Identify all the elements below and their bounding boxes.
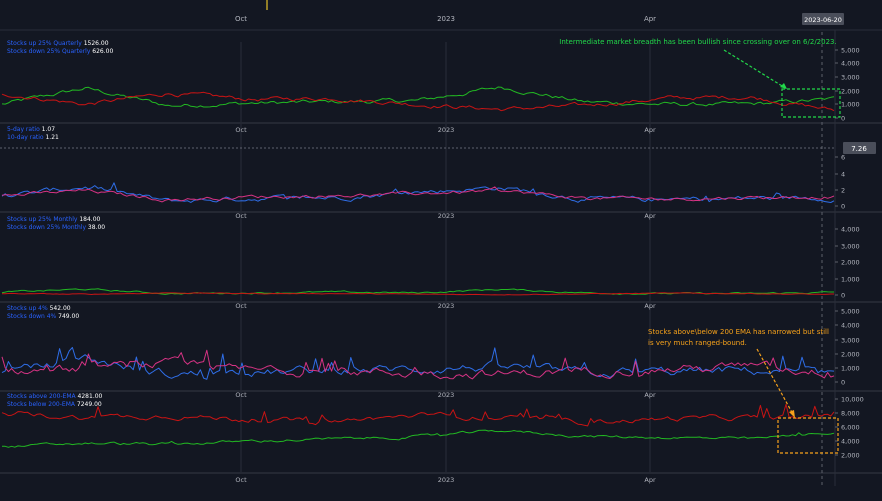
x-tick-label: Oct xyxy=(235,126,247,134)
legend-value: 542.00 xyxy=(50,305,71,312)
y-tick-label: 4,000 xyxy=(841,226,860,234)
legend-label: 10-day ratio xyxy=(7,134,45,141)
annotation-breadth: Intermediate market breadth has been bul… xyxy=(559,38,836,46)
legend-value: 1.21 xyxy=(45,134,59,141)
y-tick-label: 2,000 xyxy=(841,259,860,267)
y-tick-label: 1,000 xyxy=(841,101,860,109)
y-tick-label: 4,000 xyxy=(841,322,860,330)
y-tick-label: 0 xyxy=(841,115,845,123)
x-tick-label: 2023 xyxy=(438,126,455,134)
annotation-ema-line: Stocks above\below 200 EMA has narrowed … xyxy=(648,328,829,336)
legend-value: 38.00 xyxy=(88,224,105,231)
legend-value: 1526.00 xyxy=(84,40,109,47)
x-tick-label: Oct xyxy=(235,302,247,310)
legend-label: Stocks up 25% Monthly xyxy=(7,216,79,223)
y-tick-label: 2,000 xyxy=(841,351,860,359)
legend-label: Stocks down 4% xyxy=(7,313,58,320)
legend-entry: Stocks up 4% 542.00 xyxy=(7,305,71,312)
x-tick-label: 2023 xyxy=(438,302,455,310)
x-tick-label: Apr xyxy=(644,126,656,134)
legend-label: Stocks down 25% Quarterly xyxy=(7,48,92,55)
legend-label: Stocks up 4% xyxy=(7,305,50,312)
y-tick-label: 2,000 xyxy=(841,452,860,460)
y-tick-label: 4,000 xyxy=(841,438,860,446)
legend-entry: Stocks above 200-EMA 4281.00 xyxy=(7,393,103,400)
y-tick-label: 1,000 xyxy=(841,276,860,284)
legend-value: 1.07 xyxy=(42,126,56,133)
y-tick-label: 3,000 xyxy=(841,74,860,82)
y-tick-label: 2 xyxy=(841,187,845,195)
x-tick-label: Apr xyxy=(644,476,656,484)
annotation-ema-line: is very much ranged-bound. xyxy=(648,339,747,347)
y-tick-label: 0 xyxy=(841,203,845,211)
y-tick-label: 4,000 xyxy=(841,60,860,68)
legend-entry: Stocks down 25% Monthly 38.00 xyxy=(7,224,105,231)
x-tick-label: Apr xyxy=(644,302,656,310)
y-tick-label: 5,000 xyxy=(841,47,860,55)
legend-label: Stocks down 25% Monthly xyxy=(7,224,88,231)
y-tick-label: 10,000 xyxy=(841,396,864,404)
legend-entry: 10-day ratio 1.21 xyxy=(7,134,59,141)
chart-canvas: Oct 2023 Apr 2023-06-20 Oct 2023 Apr Oct 2023 Apr… xyxy=(0,0,882,497)
y-tick-label: 8,000 xyxy=(841,410,860,418)
x-tick-label: 2023 xyxy=(438,212,455,220)
x-tick-label: 2023 xyxy=(438,476,455,484)
legend-label: Stocks up 25% Quarterly xyxy=(7,40,84,47)
x-tick-label: Apr xyxy=(644,15,656,23)
legend-entry: Stocks up 25% Quarterly 1526.00 xyxy=(7,40,109,47)
legend-entry: 5-day ratio 1.07 xyxy=(7,126,55,133)
x-tick-label: Oct xyxy=(235,15,247,23)
x-tick-label: Apr xyxy=(644,391,656,399)
y-tick-label: 0 xyxy=(841,379,845,387)
y-tick-label: 4 xyxy=(841,171,845,179)
y-tick-label: 1,000 xyxy=(841,365,860,373)
y-tick-label: 0 xyxy=(841,292,845,300)
y-tick-label: 6 xyxy=(841,154,845,162)
chart-root: Oct 2023 Apr 2023-06-20 Oct 2023 Apr Oct 2023 Apr… xyxy=(0,0,882,497)
y-tick-label: 3,000 xyxy=(841,337,860,345)
x-tick-label: 2023 xyxy=(438,391,455,399)
x-tick-label: 2023 xyxy=(437,15,455,23)
legend-value: 749.00 xyxy=(58,313,79,320)
y-tick-label: 6,000 xyxy=(841,424,860,432)
date-badge-label: 2023-06-20 xyxy=(804,16,842,24)
legend-label: Stocks below 200-EMA xyxy=(7,401,77,408)
ratio-marker-label: 7.26 xyxy=(851,145,867,153)
x-tick-label: Oct xyxy=(235,212,247,220)
y-tick-label: 3,000 xyxy=(841,243,860,251)
legend-value: 626.00 xyxy=(92,48,113,55)
legend-label: 5-day ratio xyxy=(7,126,42,133)
legend-entry: Stocks below 200-EMA 7249.00 xyxy=(7,401,102,408)
x-tick-label: Oct xyxy=(235,391,247,399)
y-tick-label: 2,000 xyxy=(841,88,860,96)
legend-value: 4281.00 xyxy=(78,393,103,400)
x-tick-label: Apr xyxy=(644,212,656,220)
legend-value: 7249.00 xyxy=(77,401,102,408)
legend-entry: Stocks down 4% 749.00 xyxy=(7,313,79,320)
legend-value: 184.00 xyxy=(79,216,100,223)
legend-label: Stocks above 200-EMA xyxy=(7,393,78,400)
legend-entry: Stocks up 25% Monthly 184.00 xyxy=(7,216,101,223)
background xyxy=(0,0,882,497)
y-tick-label: 5,000 xyxy=(841,308,860,316)
x-tick-label: Oct xyxy=(235,476,247,484)
legend-entry: Stocks down 25% Quarterly 626.00 xyxy=(7,48,113,55)
